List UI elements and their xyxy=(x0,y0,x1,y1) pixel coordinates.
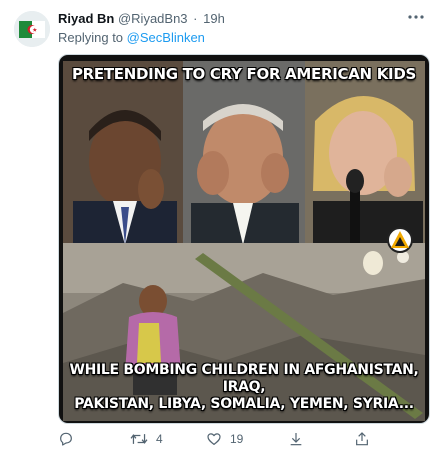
display-name[interactable]: Riyad Bn xyxy=(58,11,114,26)
reply-icon xyxy=(60,432,72,446)
timestamp[interactable]: 19h xyxy=(203,11,225,26)
download-button[interactable] xyxy=(288,430,304,448)
reply-button[interactable] xyxy=(58,430,74,448)
meme-top-caption: PRETENDING TO CRY FOR AMERICAN KIDS xyxy=(71,65,416,83)
meme-bottom-caption: WHILE BOMBING CHILDREN IN AFGHANISTAN, I… xyxy=(63,362,425,413)
meme-bottom-panel: WHILE BOMBING CHILDREN IN AFGHANISTAN, I… xyxy=(63,243,425,421)
user-handle[interactable]: @RiyadBn3 xyxy=(118,11,188,26)
tweet-media-image[interactable]: PRETENDING TO CRY FOR AMERICAN KIDS WHIL… xyxy=(58,54,430,424)
tweet: Riyad Bn @RiyadBn3 · 19h Replying to @Se… xyxy=(0,0,440,457)
tweet-actions: 4 19 xyxy=(58,430,428,448)
flag-avatar-image xyxy=(14,11,50,47)
like-count: 19 xyxy=(230,432,244,446)
replying-to: Replying to @SecBlinken xyxy=(58,30,205,45)
meme-bottom-caption-line1: WHILE BOMBING CHILDREN IN AFGHANISTAN, I… xyxy=(69,362,419,395)
retweet-button[interactable]: 4 xyxy=(130,430,163,448)
share-icon xyxy=(356,432,368,446)
replying-prefix: Replying to xyxy=(58,30,124,45)
watermark-logo-icon xyxy=(387,227,413,253)
download-icon xyxy=(290,433,302,446)
crying-politicians-illustration xyxy=(63,61,425,245)
separator-dot: · xyxy=(193,11,198,26)
avatar[interactable] xyxy=(14,11,50,47)
retweet-count: 4 xyxy=(156,432,163,446)
more-horizontal-icon[interactable] xyxy=(406,9,426,25)
like-button[interactable]: 19 xyxy=(206,430,243,448)
heart-icon xyxy=(207,433,221,445)
meme-bottom-caption-line2: PAKISTAN, LIBYA, SOMALIA, YEMEN, SYRIA..… xyxy=(74,396,414,412)
reply-mention-link[interactable]: @SecBlinken xyxy=(127,30,205,45)
share-button[interactable] xyxy=(354,430,370,448)
retweet-icon xyxy=(130,434,148,444)
meme-top-panel: PRETENDING TO CRY FOR AMERICAN KIDS xyxy=(63,61,425,245)
tweet-header: Riyad Bn @RiyadBn3 · 19h xyxy=(58,11,420,29)
